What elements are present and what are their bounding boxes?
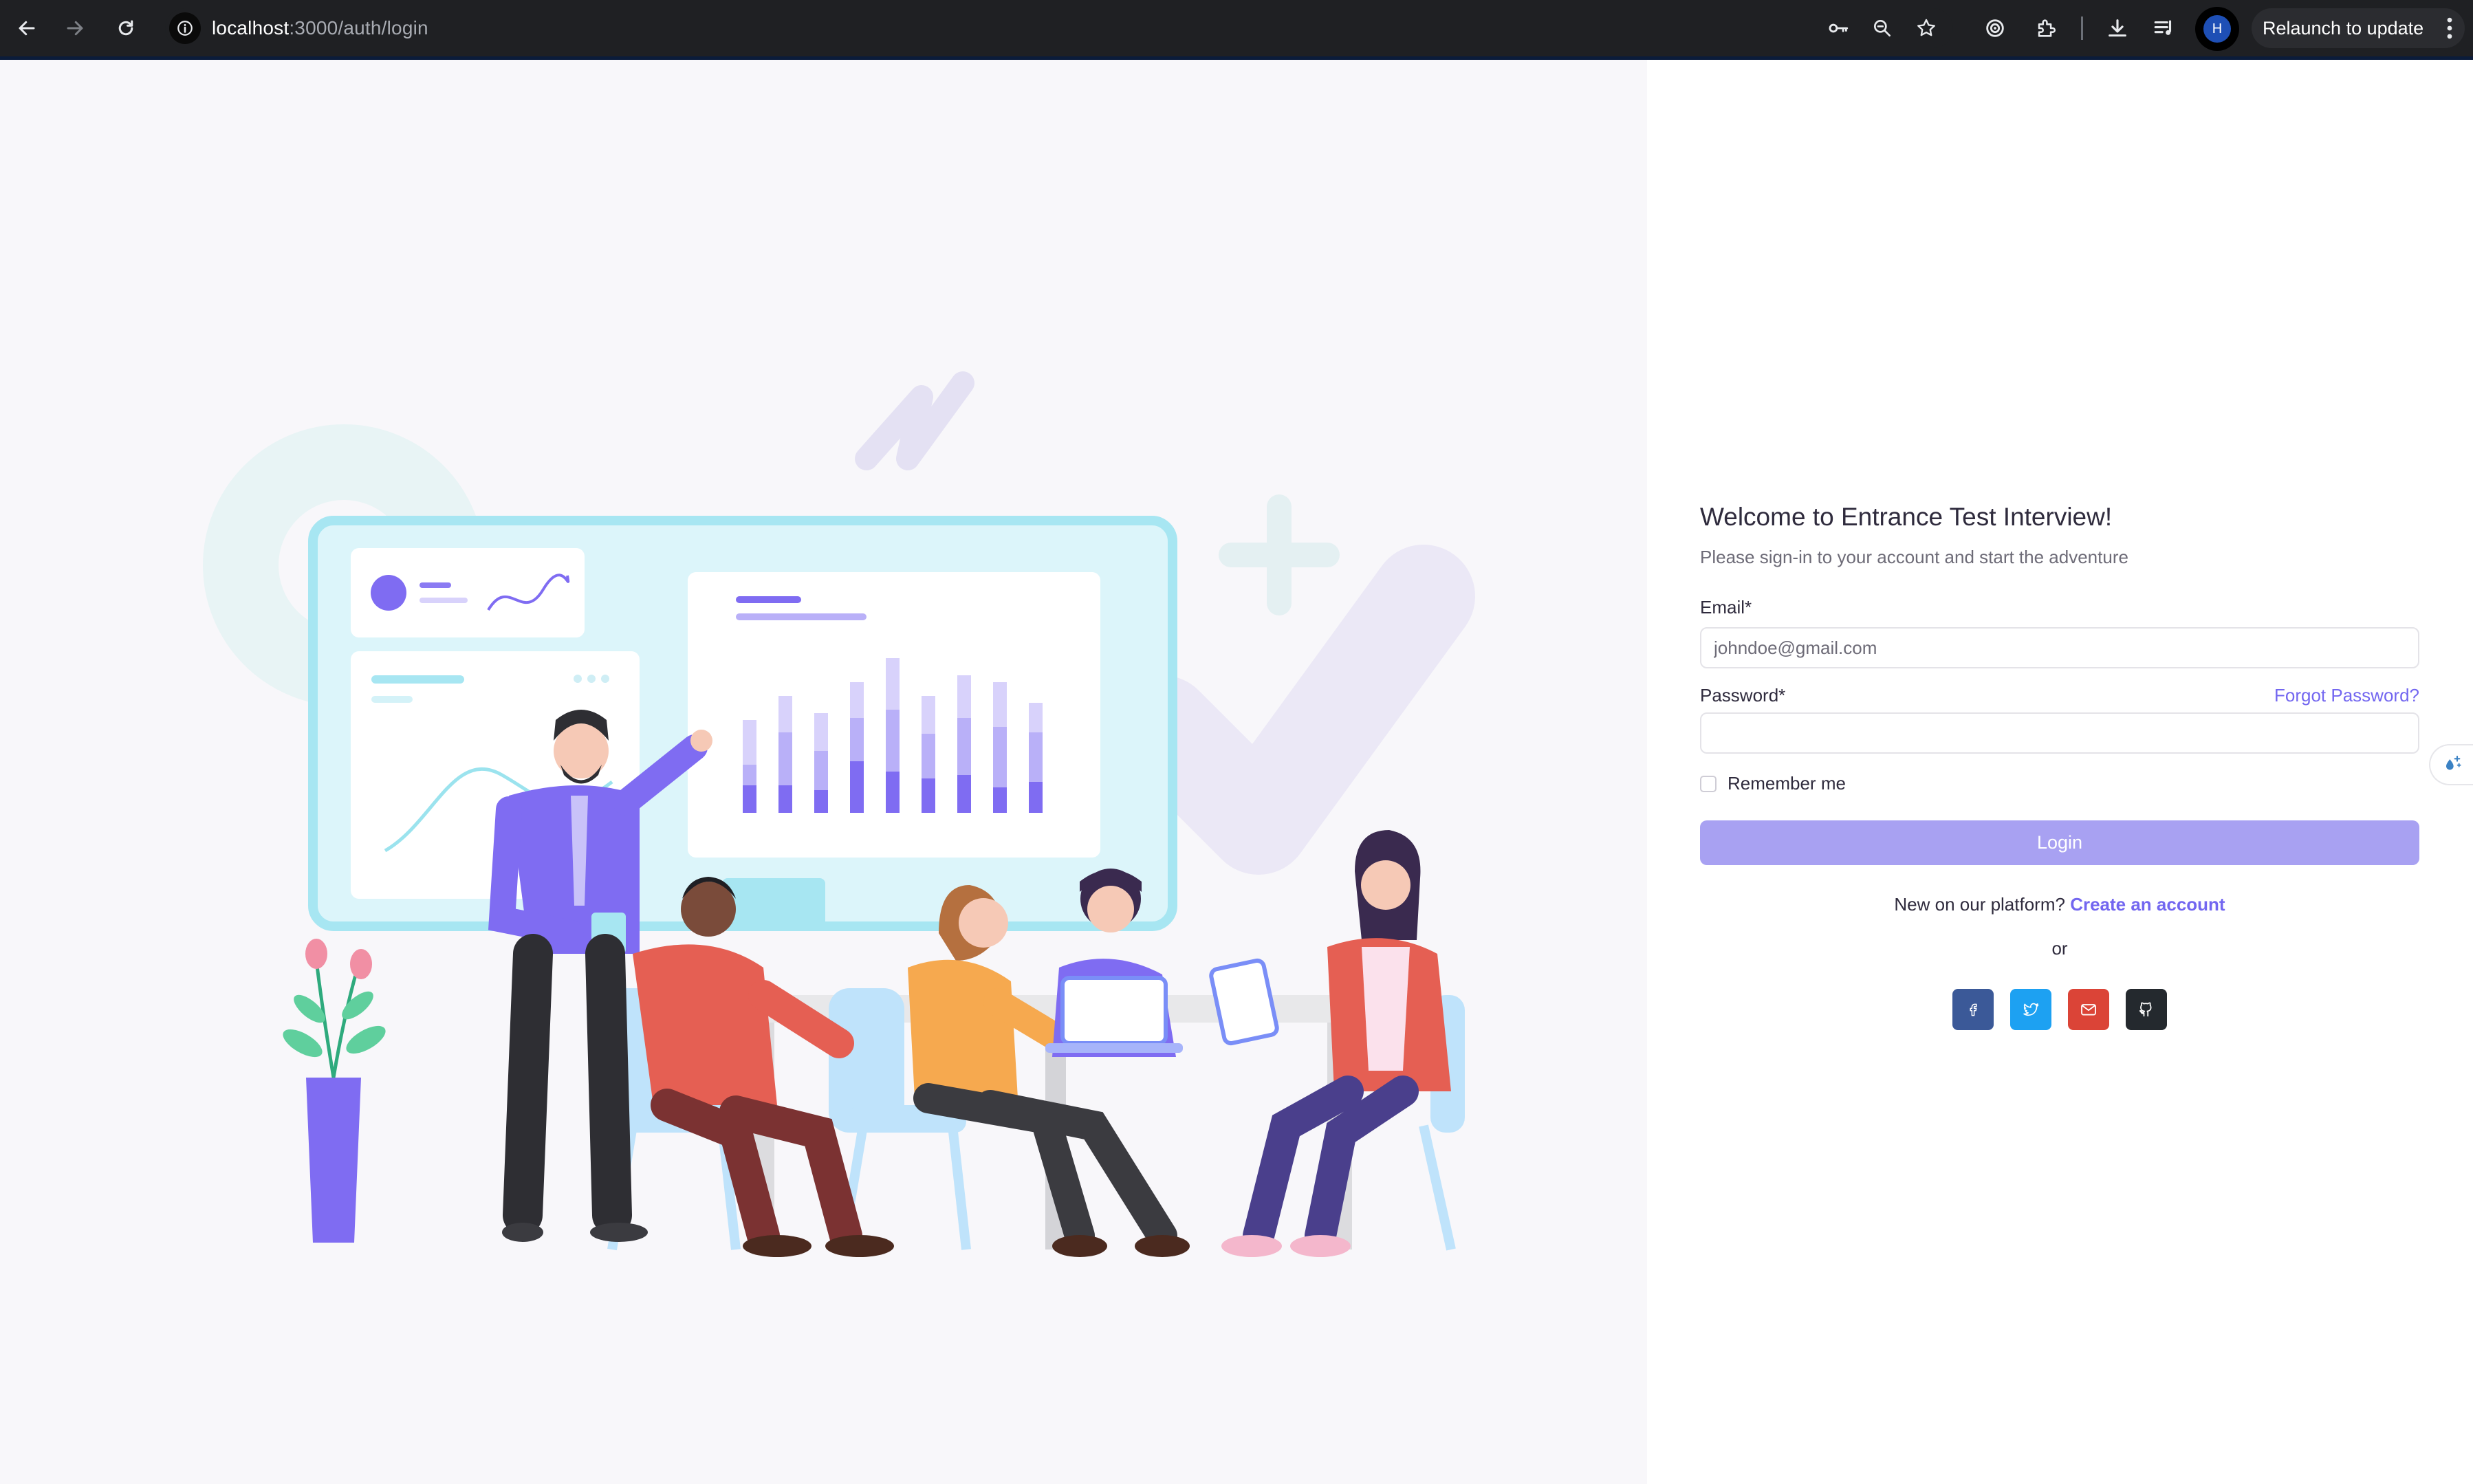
floating-extension-button[interactable] <box>2429 744 2473 785</box>
browser-toolbar: localhost:3000/auth/login H Relaunch to … <box>0 0 2473 60</box>
team-meeting-illustration <box>203 371 1475 1257</box>
download-icon[interactable] <box>2102 12 2133 44</box>
remember-me[interactable]: Remember me <box>1700 773 2419 794</box>
mail-icon <box>2081 1004 2096 1016</box>
github-icon <box>2139 1002 2152 1017</box>
illustration-pane <box>0 60 1647 1484</box>
zoom-icon[interactable] <box>1866 12 1898 44</box>
page-subtitle: Please sign-in to your account and start… <box>1700 547 2128 567</box>
remember-me-checkbox[interactable] <box>1700 775 1717 792</box>
twitter-icon <box>2023 1003 2039 1016</box>
decor-check <box>1111 545 1475 875</box>
or-divider: or <box>2051 938 2068 959</box>
potted-plant <box>283 939 386 1243</box>
laptop-illustration <box>1060 976 1168 1045</box>
url-text[interactable]: localhost:3000/auth/login <box>212 17 428 39</box>
arrow-right-icon <box>67 21 83 36</box>
droplet-sparkle-icon <box>2446 755 2461 770</box>
reload-icon <box>118 20 133 36</box>
bookmark-star-icon[interactable] <box>1910 12 1942 44</box>
decor-plus <box>1219 494 1340 615</box>
url-host: localhost <box>212 17 290 39</box>
password-group: Password* Forgot Password? <box>1700 684 2419 754</box>
address-bar[interactable]: localhost:3000/auth/login <box>165 8 1953 48</box>
arrow-left-icon <box>19 21 35 36</box>
email-label: Email* <box>1700 597 1752 618</box>
relaunch-label: Relaunch to update <box>2263 17 2424 39</box>
password-label: Password* <box>1700 685 1786 706</box>
password-key-icon[interactable] <box>1822 12 1854 44</box>
url-path: :3000/auth/login <box>289 17 428 39</box>
login-form: Welcome to Entrance Test Interview! Plea… <box>1700 495 2419 1030</box>
toolbar-divider <box>2081 17 2083 40</box>
back-button[interactable] <box>11 12 43 44</box>
relaunch-update-button[interactable]: Relaunch to update <box>2252 8 2465 48</box>
avatar: H <box>2203 15 2231 43</box>
email-login-button[interactable] <box>2068 989 2109 1030</box>
extensions-puzzle-icon[interactable] <box>2030 12 2062 44</box>
remember-me-label: Remember me <box>1728 773 1846 794</box>
page-title: Welcome to Entrance Test Interview! <box>1700 503 2113 531</box>
tablet-illustration <box>1209 958 1279 1046</box>
forward-button[interactable] <box>59 12 91 44</box>
email-field[interactable] <box>1700 627 2419 668</box>
create-account-link[interactable]: Create an account <box>2070 894 2225 915</box>
media-playlist-icon[interactable] <box>2148 12 2180 44</box>
github-login-button[interactable] <box>2126 989 2167 1030</box>
twitter-login-button[interactable] <box>2010 989 2051 1030</box>
password-field[interactable] <box>1700 712 2419 754</box>
facebook-login-button[interactable] <box>1952 989 1994 1030</box>
site-info-icon[interactable] <box>169 12 201 44</box>
extension-target-icon[interactable] <box>1979 12 2011 44</box>
signup-prompt: New on our platform? Create an account <box>1700 893 2419 916</box>
decor-zigzag <box>855 371 974 470</box>
email-group: Email* <box>1700 596 2419 668</box>
more-vertical-icon <box>2447 17 2452 39</box>
profile-button[interactable]: H <box>2195 7 2239 51</box>
login-button[interactable]: Login <box>1700 820 2419 865</box>
facebook-icon <box>1970 1003 1977 1016</box>
reload-button[interactable] <box>110 12 142 44</box>
new-user-text: New on our platform? <box>1894 894 2065 915</box>
social-login-buttons <box>1700 989 2419 1030</box>
forgot-password-link[interactable]: Forgot Password? <box>2274 684 2419 707</box>
